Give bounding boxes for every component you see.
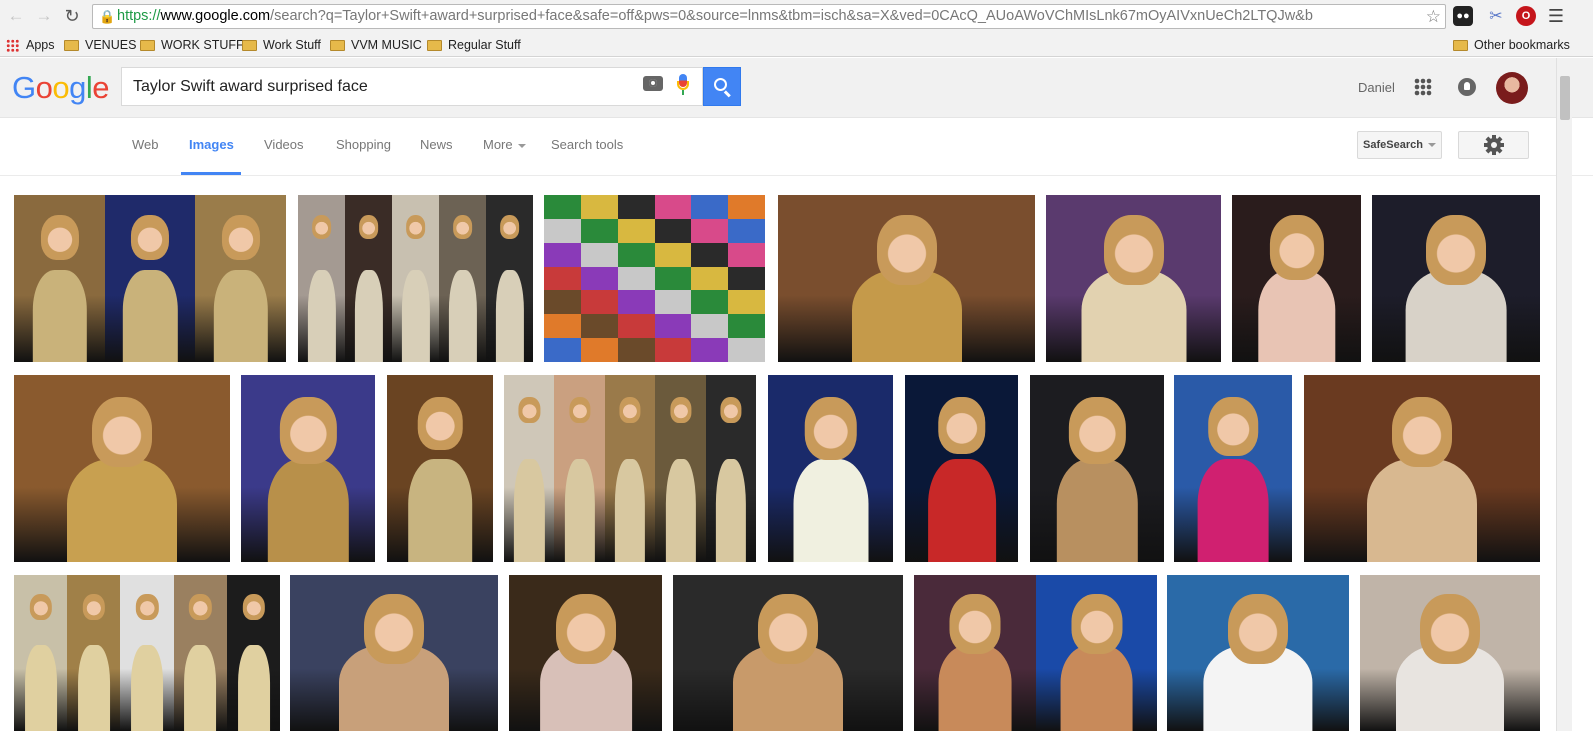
apps-grid-icon[interactable] [1414, 78, 1432, 96]
tab-images[interactable]: Images [189, 137, 234, 152]
scrollbar-thumb[interactable] [1560, 76, 1570, 120]
folder-icon [64, 39, 79, 51]
image-result[interactable] [14, 575, 280, 731]
reload-icon[interactable]: ↻ [62, 6, 82, 26]
google-header: Google Taylor Swift award surprised face… [0, 58, 1593, 118]
avatar[interactable] [1496, 72, 1528, 104]
image-result[interactable] [544, 195, 765, 362]
image-result[interactable] [298, 195, 533, 362]
tab-web[interactable]: Web [132, 137, 159, 152]
image-result[interactable] [914, 575, 1157, 731]
image-result[interactable] [673, 575, 903, 731]
folder-icon [140, 39, 155, 51]
search-icon [713, 78, 727, 91]
folder-icon [1453, 39, 1468, 51]
bookmark-work-stuff[interactable]: Work Stuff [242, 36, 321, 54]
folder-icon [242, 39, 257, 51]
bookmark-work-stuff-caps[interactable]: WORK STUFF [140, 36, 244, 54]
image-result[interactable] [509, 575, 662, 731]
image-result[interactable] [14, 375, 230, 562]
search-query: Taylor Swift award surprised face [133, 78, 368, 95]
url-scheme: https:// [117, 8, 161, 24]
owl-extension-icon[interactable]: ●● [1453, 6, 1473, 26]
image-result[interactable] [1046, 195, 1221, 362]
chrome-menu-icon[interactable]: ☰ [1546, 6, 1566, 26]
bookmarks-bar: Apps VENUES WORK STUFF Work Stuff VVM MU… [0, 33, 1593, 57]
image-result[interactable] [387, 375, 493, 562]
image-result[interactable] [1030, 375, 1164, 562]
safesearch-button[interactable]: SafeSearch [1357, 131, 1442, 159]
url-host: www.google.com [160, 8, 271, 24]
tab-search-tools[interactable]: Search tools [551, 137, 623, 152]
image-result[interactable] [1360, 575, 1540, 731]
image-result[interactable] [1174, 375, 1292, 562]
active-tab-indicator [181, 172, 241, 175]
folder-icon [330, 39, 345, 51]
stop-extension-icon[interactable]: O [1516, 6, 1536, 26]
folder-icon [427, 39, 442, 51]
image-result[interactable] [290, 575, 498, 731]
image-result[interactable] [504, 375, 756, 562]
back-arrow-icon[interactable]: ← [6, 6, 26, 26]
image-result[interactable] [778, 195, 1035, 362]
image-result[interactable] [1372, 195, 1540, 362]
image-result[interactable] [241, 375, 375, 562]
tab-shopping[interactable]: Shopping [336, 137, 391, 152]
image-result[interactable] [768, 375, 893, 562]
bookmark-vvm-music[interactable]: VVM MUSIC [330, 36, 422, 54]
camera-icon[interactable] [643, 76, 663, 91]
tab-videos[interactable]: Videos [264, 137, 304, 152]
forward-arrow-icon[interactable]: → [34, 6, 54, 26]
user-name[interactable]: Daniel [1358, 80, 1395, 95]
image-result[interactable] [1167, 575, 1349, 731]
tab-more[interactable]: More [483, 137, 526, 152]
search-button[interactable] [703, 67, 741, 106]
bookmark-venues[interactable]: VENUES [64, 36, 136, 54]
image-result[interactable] [905, 375, 1018, 562]
apps-grid-icon [6, 38, 19, 52]
bookmark-star-icon[interactable]: ☆ [1426, 5, 1441, 28]
image-result[interactable] [1304, 375, 1540, 562]
bookmark-other[interactable]: Other bookmarks [1453, 36, 1570, 54]
page-scrollbar[interactable] [1556, 58, 1572, 731]
gear-icon [1479, 130, 1508, 160]
address-bar[interactable]: 🔒 https://www.google.com/search?q=Taylor+… [92, 4, 1446, 29]
google-logo[interactable]: Google [12, 70, 110, 106]
image-result[interactable] [14, 195, 286, 362]
lock-icon: 🔒 [99, 9, 116, 24]
browser-toolbar: ← → ↻ 🔒 https://www.google.com/search?q=T… [0, 0, 1593, 33]
scissors-extension-icon[interactable]: ✂ [1486, 6, 1506, 26]
url-path: /search?q=Taylor+Swift+award+surprised+f… [270, 8, 1313, 24]
image-result[interactable] [1232, 195, 1361, 362]
caret-down-icon [517, 143, 526, 148]
search-input[interactable]: Taylor Swift award surprised face [121, 67, 703, 106]
notifications-bell-icon[interactable] [1458, 78, 1476, 96]
bookmark-regular-stuff[interactable]: Regular Stuff [427, 36, 521, 54]
search-tabs: Web Images Videos Shopping News More Sea… [0, 118, 1593, 176]
caret-down-icon [1427, 143, 1436, 147]
tab-news[interactable]: News [420, 137, 453, 152]
settings-button[interactable] [1458, 130, 1529, 160]
microphone-icon[interactable] [676, 74, 690, 96]
bookmark-apps[interactable]: Apps [6, 36, 55, 54]
